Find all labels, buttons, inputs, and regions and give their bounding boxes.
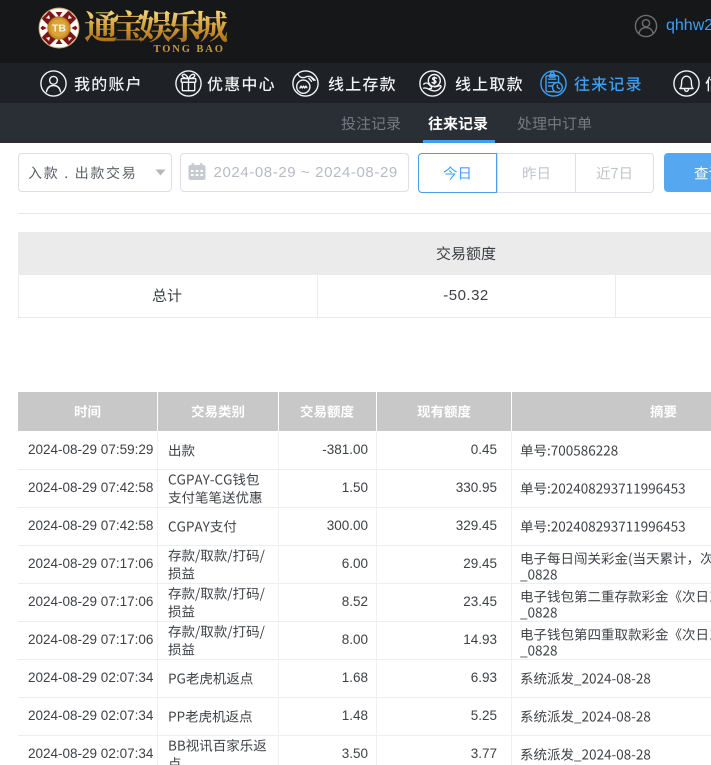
svg-text:TB: TB: [52, 23, 66, 35]
